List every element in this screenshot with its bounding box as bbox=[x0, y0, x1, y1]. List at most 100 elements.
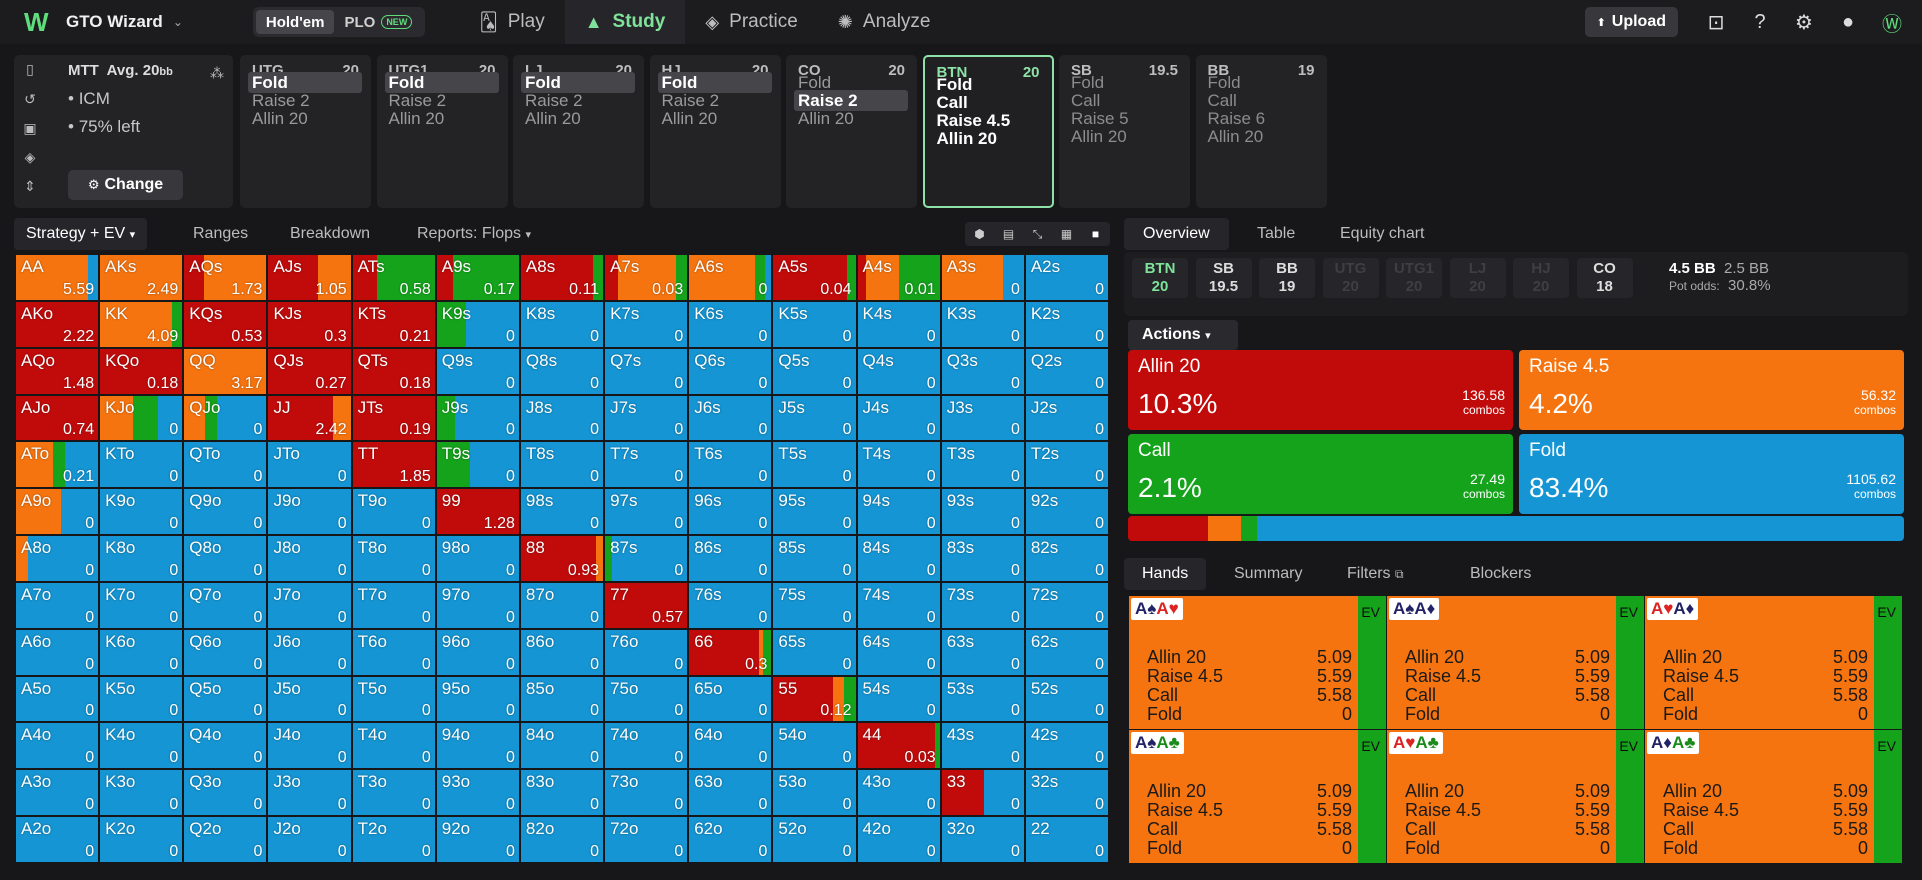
gamepad-icon[interactable]: ◈ bbox=[20, 149, 40, 166]
hand-cell[interactable]: K3s 0 bbox=[941, 301, 1024, 347]
compress-view-icon[interactable]: ⤡ bbox=[1023, 222, 1052, 246]
hand-cell[interactable]: K9o 0 bbox=[100, 489, 183, 535]
app-name[interactable]: GTO Wizard bbox=[66, 12, 163, 32]
hand-combo-card[interactable]: EV A♥A♦ Allin 20 5.09 Raise 4.5 5.59 Call 5.58… bbox=[1645, 596, 1902, 729]
position-action[interactable]: Allin 20 bbox=[658, 108, 772, 129]
help-icon[interactable]: ? bbox=[1738, 11, 1782, 34]
hand-cell[interactable]: 42s 0 bbox=[1025, 723, 1108, 769]
hand-cell[interactable]: QJo 0 bbox=[184, 395, 267, 441]
hand-cell[interactable]: T6o 0 bbox=[352, 629, 435, 675]
hand-cell[interactable]: J8o 0 bbox=[268, 536, 351, 581]
hand-cell[interactable]: 66 0.3 bbox=[689, 629, 772, 675]
hand-cell[interactable]: 83o 0 bbox=[520, 770, 604, 816]
hand-cell[interactable]: T8s 0 bbox=[520, 442, 604, 488]
hand-cell[interactable]: AJs 1.05 bbox=[268, 255, 351, 300]
position-action[interactable]: Allin 20 bbox=[521, 108, 635, 129]
hand-cell[interactable]: J7s 0 bbox=[605, 395, 688, 441]
hand-cell[interactable]: 74o 0 bbox=[605, 723, 688, 769]
position-action[interactable]: Allin 20 bbox=[933, 128, 1047, 149]
hand-cell[interactable]: Q6s 0 bbox=[689, 348, 772, 394]
chevron-down-icon[interactable]: ⌄ bbox=[173, 15, 183, 29]
position-action[interactable]: Allin 20 bbox=[385, 108, 499, 129]
hand-cell[interactable]: T7o 0 bbox=[352, 582, 435, 628]
hand-cell[interactable]: QTs 0.18 bbox=[352, 348, 435, 394]
hand-cell[interactable]: 87o 0 bbox=[520, 582, 604, 628]
nav-study[interactable]: ▲ Study bbox=[564, 0, 686, 44]
hand-cell[interactable]: 52o 0 bbox=[773, 817, 856, 862]
hand-cell[interactable]: 84s 0 bbox=[857, 536, 940, 581]
hand-cell[interactable]: J6s 0 bbox=[689, 395, 772, 441]
save-icon[interactable]: ▣ bbox=[20, 120, 40, 137]
hand-cell[interactable]: Q2s 0 bbox=[1025, 348, 1108, 394]
hand-cell[interactable]: KJs 0.3 bbox=[268, 301, 351, 347]
hand-cell[interactable]: 64s 0 bbox=[857, 629, 940, 675]
position-sb[interactable]: SB 19.5 Fold Call Raise 5 Allin 20 bbox=[1059, 55, 1190, 208]
hand-cell[interactable]: K7o 0 bbox=[100, 582, 183, 628]
hand-cell[interactable]: KTo 0 bbox=[100, 442, 183, 488]
hand-cell[interactable]: 97s 0 bbox=[605, 489, 688, 535]
hand-cell[interactable]: T4o 0 bbox=[352, 723, 435, 769]
hand-cell[interactable]: 92o 0 bbox=[436, 817, 519, 862]
reset-icon[interactable]: ↺ bbox=[20, 91, 40, 108]
hand-cell[interactable]: 54o 0 bbox=[773, 723, 856, 769]
hand-cell[interactable]: KQs 0.53 bbox=[184, 301, 267, 347]
wizard-badge-icon[interactable]: Ⓦ bbox=[1870, 8, 1914, 37]
position-chip[interactable]: BTN 20 bbox=[1132, 258, 1188, 298]
hand-cell[interactable]: T6s 0 bbox=[689, 442, 772, 488]
tab-summary[interactable]: Summary bbox=[1234, 558, 1302, 590]
hand-combo-card[interactable]: EV A♠A♣ Allin 20 5.09 Raise 4.5 5.59 Call 5.58… bbox=[1129, 730, 1386, 863]
hand-cell[interactable]: T3s 0 bbox=[941, 442, 1024, 488]
hand-cell[interactable]: J9o 0 bbox=[268, 489, 351, 535]
action-box[interactable]: Fold 83.4% 1105.62 combos bbox=[1519, 434, 1904, 514]
hand-combo-card[interactable]: EV A♥A♣ Allin 20 5.09 Raise 4.5 5.59 Call 5.58… bbox=[1387, 730, 1644, 863]
hand-cell[interactable]: 65o 0 bbox=[689, 676, 772, 722]
hand-cell[interactable]: AKo 2.22 bbox=[16, 301, 99, 347]
hand-cell[interactable]: 43o 0 bbox=[857, 770, 940, 816]
hand-cell[interactable]: 62s 0 bbox=[1025, 629, 1108, 675]
hand-cell[interactable]: T4s 0 bbox=[857, 442, 940, 488]
hand-cell[interactable]: J2s 0 bbox=[1025, 395, 1108, 441]
action-box[interactable]: Call 2.1% 27.49 combos bbox=[1128, 434, 1513, 514]
hand-cell[interactable]: 55 0.12 bbox=[773, 676, 856, 722]
hand-cell[interactable]: A6s 0 bbox=[689, 255, 772, 300]
position-action[interactable]: Allin 20 bbox=[1067, 126, 1181, 147]
position-chip[interactable]: CO 18 bbox=[1576, 258, 1633, 298]
position-chip[interactable]: SB 19.5 bbox=[1195, 258, 1252, 298]
hand-cell[interactable]: J5s 0 bbox=[773, 395, 856, 441]
hand-cell[interactable]: K6s 0 bbox=[689, 301, 772, 347]
hand-cell[interactable]: 22 0 bbox=[1025, 817, 1108, 862]
hand-cell[interactable]: A3o 0 bbox=[16, 770, 99, 816]
hand-cell[interactable]: A5s 0.04 bbox=[773, 255, 856, 300]
position-hj[interactable]: HJ 20 Fold Raise 2 Allin 20 bbox=[649, 55, 781, 208]
hand-cell[interactable]: 83s 0 bbox=[941, 536, 1024, 581]
hand-cell[interactable]: 72o 0 bbox=[605, 817, 688, 862]
strategy-ev-dropdown[interactable]: Strategy + EV ▾ bbox=[14, 218, 148, 250]
hand-cell[interactable]: 64o 0 bbox=[689, 723, 772, 769]
hand-cell[interactable]: A4o 0 bbox=[16, 723, 99, 769]
hand-cell[interactable]: 53s 0 bbox=[941, 676, 1024, 722]
hand-cell[interactable]: J2o 0 bbox=[268, 817, 351, 862]
hand-cell[interactable]: J5o 0 bbox=[268, 676, 351, 722]
hand-cell[interactable]: 74s 0 bbox=[857, 582, 940, 628]
position-btn[interactable]: BTN 20 Fold Call Raise 4.5 Allin 20 bbox=[922, 55, 1054, 208]
hand-cell[interactable]: K4s 0 bbox=[857, 301, 940, 347]
hand-cell[interactable]: 32o 0 bbox=[941, 817, 1024, 862]
hand-cell[interactable]: Q6o 0 bbox=[184, 629, 267, 675]
change-button[interactable]: ⚙ Change bbox=[68, 170, 183, 200]
position-action[interactable]: Allin 20 bbox=[794, 108, 908, 129]
hand-cell[interactable]: Q5s 0 bbox=[773, 348, 856, 394]
hand-cell[interactable]: 42o 0 bbox=[857, 817, 940, 862]
position-chip[interactable]: UTG1 20 bbox=[1386, 258, 1442, 298]
tab-ranges[interactable]: Ranges bbox=[193, 218, 248, 250]
hand-cell[interactable]: 88 0.93 bbox=[520, 536, 604, 581]
hand-cell[interactable]: 98s 0 bbox=[520, 489, 604, 535]
hand-cell[interactable]: 93o 0 bbox=[436, 770, 519, 816]
hand-cell[interactable]: AQo 1.48 bbox=[16, 348, 99, 394]
hand-cell[interactable]: T9s 0 bbox=[436, 442, 519, 488]
position-co[interactable]: CO 20 Fold Raise 2 Allin 20 bbox=[786, 55, 917, 208]
hand-cell[interactable]: 97o 0 bbox=[436, 582, 519, 628]
gto-wizard-logo-icon[interactable]: W bbox=[24, 9, 54, 35]
hand-cell[interactable]: K2o 0 bbox=[100, 817, 183, 862]
position-chip[interactable]: BB 19 bbox=[1259, 258, 1315, 298]
hand-cell[interactable]: 99 1.28 bbox=[436, 489, 519, 535]
